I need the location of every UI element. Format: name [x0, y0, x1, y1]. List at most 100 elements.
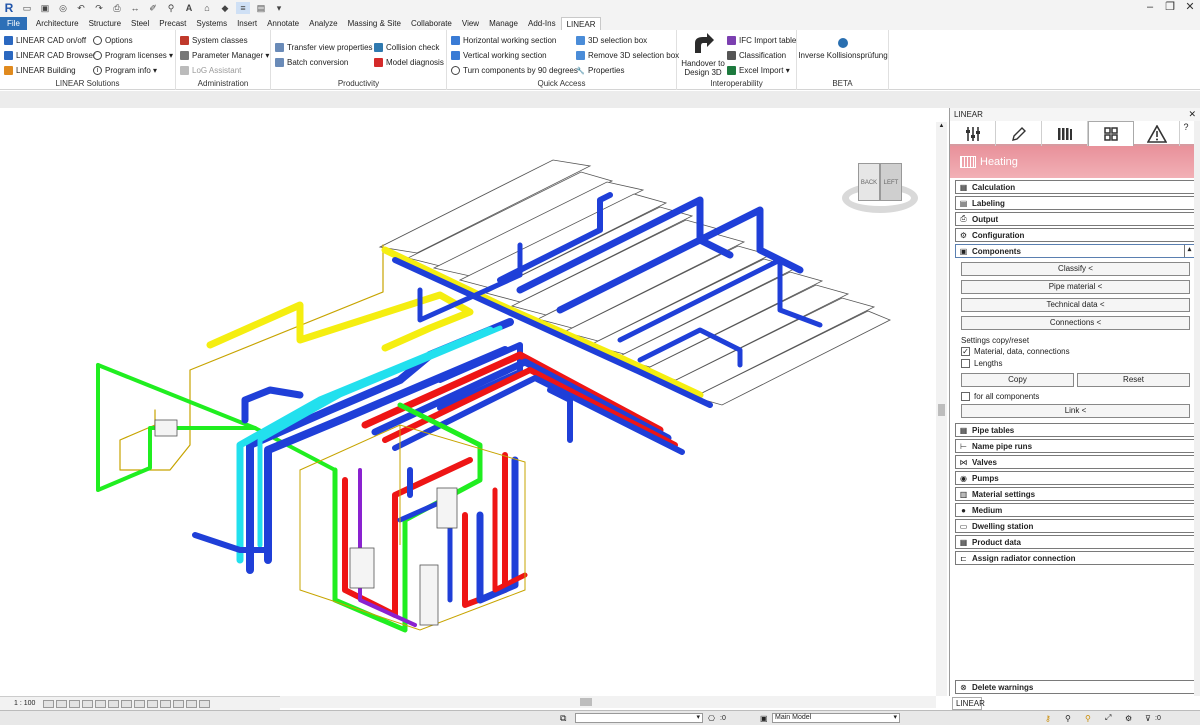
switch-windows-icon[interactable]: ▤ [254, 2, 268, 14]
section-pumps[interactable]: ◉ Pumps [955, 471, 1195, 485]
tab-annotate[interactable]: Annotate [262, 17, 304, 30]
scroll-up-icon[interactable]: ▲ [936, 122, 947, 130]
tab-architecture[interactable]: Architecture [31, 17, 84, 30]
highlight-displacement-icon[interactable] [199, 699, 211, 708]
tab-view[interactable]: View [457, 17, 484, 30]
section-icon[interactable]: ◆ [218, 2, 232, 14]
section-pipe-tables[interactable]: ▦ Pipe tables [955, 423, 1195, 437]
section-output[interactable]: ⎙ Output [955, 212, 1195, 226]
tag-icon[interactable]: ⚲ [164, 2, 178, 14]
design-options-icon[interactable]: ▣ [760, 714, 768, 723]
linear-cad-toggle-button[interactable]: LINEAR CAD on/off [4, 33, 96, 48]
program-licenses-button[interactable]: Program licenses ▾ [93, 48, 173, 63]
drag-elements-icon[interactable]: ⚙ [1125, 714, 1132, 723]
section-valves[interactable]: ⋈ Valves [955, 455, 1195, 469]
filter-icon[interactable]: ⊽ [1145, 714, 1151, 723]
save-icon[interactable]: ▣ [38, 2, 52, 14]
transfer-view-properties-button[interactable]: Transfer view properties [275, 40, 373, 55]
pencil-icon[interactable] [996, 121, 1042, 146]
collision-check-button[interactable]: Collision check [374, 40, 444, 55]
tab-precast[interactable]: Precast [154, 17, 191, 30]
close-icon[interactable]: ✕ [1188, 108, 1196, 121]
technical-data-button[interactable]: Technical data < [961, 298, 1190, 312]
remove-3d-selection-box-button[interactable]: Remove 3D selection box [576, 48, 679, 63]
tab-collaborate[interactable]: Collaborate [406, 17, 457, 30]
3d-view-canvas[interactable]: BACK LEFT [0, 108, 949, 696]
open-icon[interactable]: ▭ [20, 2, 34, 14]
select-links-icon[interactable]: ⚷ [1045, 714, 1051, 723]
tab-file[interactable]: File [0, 17, 27, 30]
library-icon[interactable] [1042, 121, 1088, 146]
view-scale[interactable]: 1 : 100 [14, 700, 35, 707]
components-grid-icon[interactable] [1088, 121, 1134, 146]
select-underlay-icon[interactable]: ⚲ [1065, 714, 1071, 723]
view-cube-face-left[interactable]: LEFT [880, 163, 902, 201]
editable-icon[interactable]: ⎔ [708, 714, 715, 723]
sync-icon[interactable]: ◎ [56, 2, 70, 14]
link-button[interactable]: Link < [961, 404, 1190, 418]
panel-scrollbar[interactable] [1194, 121, 1200, 696]
text-icon[interactable]: A [182, 2, 196, 14]
ifc-import-table-button[interactable]: IFC Import table [727, 33, 796, 48]
checkbox-unchecked[interactable] [961, 358, 970, 368]
3d-selection-box-button[interactable]: 3D selection box [576, 33, 679, 48]
customize-qat-icon[interactable]: ▾ [272, 2, 286, 14]
section-components[interactable]: ▣ Components ▴ [955, 244, 1195, 258]
delete-warnings-button[interactable]: ⊗ Delete warnings [955, 680, 1195, 694]
render-icon[interactable] [95, 699, 107, 708]
linear-cad-browser-button[interactable]: LINEAR CAD Browser [4, 48, 96, 63]
checkbox-unchecked[interactable] [961, 391, 970, 401]
redo-icon[interactable]: ↷ [92, 2, 106, 14]
excel-import-button[interactable]: Excel Import ▾ [727, 63, 796, 78]
tab-manage[interactable]: Manage [484, 17, 523, 30]
material-data-connections-checkbox[interactable]: ✓ Material, data, connections [961, 345, 1200, 357]
reset-button[interactable]: Reset [1077, 373, 1190, 387]
help-icon[interactable]: ? [1180, 121, 1192, 144]
handover-design3d-button[interactable]: Handover to Design 3D [681, 33, 725, 77]
minimize-icon[interactable]: – [1140, 0, 1160, 16]
dimension-icon[interactable]: ✐ [146, 2, 160, 14]
turn-components-button[interactable]: Turn components by 90 degrees [451, 63, 578, 78]
panel-tab-linear[interactable]: LINEAR [952, 697, 985, 710]
section-assign-radiator-connection[interactable]: ⊏ Assign radiator connection [955, 551, 1195, 565]
tab-insert[interactable]: Insert [232, 17, 262, 30]
vertical-scroll-thumb[interactable] [938, 404, 945, 416]
section-calculation[interactable]: ▦ Calculation [955, 180, 1195, 194]
section-configuration[interactable]: ⚙ Configuration [955, 228, 1195, 242]
inverse-collision-button[interactable]: Inverse Kollisionsprüfung [797, 38, 889, 60]
section-medium[interactable]: ● Medium [955, 503, 1195, 517]
properties-button[interactable]: 🔧 Properties [576, 63, 679, 78]
measure-icon[interactable]: ↔ [128, 2, 142, 14]
section-dwelling-station[interactable]: ▭ Dwelling station [955, 519, 1195, 533]
restore-icon[interactable]: ❐ [1160, 0, 1180, 16]
view-cube-face-back[interactable]: BACK [858, 163, 880, 201]
vertical-working-section-button[interactable]: Vertical working section [451, 48, 578, 63]
for-all-components-checkbox[interactable]: for all components [961, 390, 1200, 402]
default-3d-icon[interactable]: ⌂ [200, 2, 214, 14]
connections-button[interactable]: Connections < [961, 316, 1190, 330]
crop-icon[interactable] [108, 699, 120, 708]
shadows-icon[interactable] [82, 699, 94, 708]
reveal-hidden-icon[interactable] [160, 699, 172, 708]
warning-icon[interactable] [1134, 121, 1180, 146]
batch-conversion-button[interactable]: Batch conversion [275, 55, 373, 70]
view-horizontal-scrollbar[interactable] [280, 696, 936, 708]
view-cube[interactable]: BACK LEFT [840, 153, 920, 223]
horizontal-scroll-thumb[interactable] [580, 698, 592, 706]
sliders-icon[interactable] [950, 121, 996, 146]
parameter-manager-button[interactable]: Parameter Manager ▾ [180, 48, 269, 63]
tab-add-ins[interactable]: Add-Ins [523, 17, 561, 30]
model-dropdown[interactable]: Main Model ▾ [772, 713, 900, 723]
print-icon[interactable]: ⎙ [110, 2, 124, 14]
linear-building-button[interactable]: LINEAR Building [4, 63, 96, 78]
horizontal-working-section-button[interactable]: Horizontal working section [451, 33, 578, 48]
show-crop-icon[interactable] [121, 699, 133, 708]
classification-button[interactable]: Classification [727, 48, 796, 63]
section-material-settings[interactable]: ▥ Material settings [955, 487, 1195, 501]
close-icon[interactable]: ✕ [1180, 0, 1200, 16]
worksets-icon[interactable]: ⧉ [560, 713, 566, 724]
collapse-icon[interactable]: ▴ [1184, 245, 1194, 257]
tab-steel[interactable]: Steel [126, 17, 154, 30]
tab-analyze[interactable]: Analyze [304, 17, 342, 30]
visual-style-icon[interactable] [56, 699, 68, 708]
